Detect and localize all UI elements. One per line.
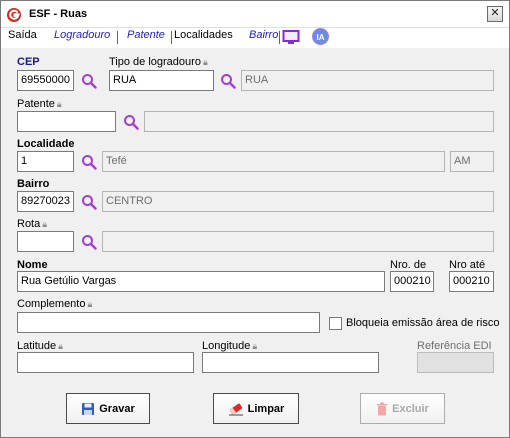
window-title: ESF - Ruas xyxy=(29,8,88,20)
trash-icon xyxy=(377,402,388,415)
bairro-code-field[interactable]: 89270023 xyxy=(17,191,74,212)
latitude-field[interactable] xyxy=(17,352,194,373)
tipo-logradouro-label: Tipo de logradouro 🔒︎ xyxy=(109,56,208,68)
localidade-label: Localidade xyxy=(17,138,75,150)
monitor-icon[interactable] xyxy=(282,29,300,45)
latitude-label-text: Latitude xyxy=(17,340,57,352)
eraser-icon xyxy=(228,402,243,415)
localidade-description-field: Tefé xyxy=(102,151,445,172)
title-bar: ESF - Ruas ✕ xyxy=(1,1,509,28)
lock-icon: 🔒︎ xyxy=(252,341,258,351)
nro-de-label: Nro. de xyxy=(390,259,427,271)
nro-ate-label: Nro até xyxy=(449,259,486,271)
app-logo-icon xyxy=(7,8,21,22)
patente-code-field[interactable] xyxy=(17,111,116,132)
menu-separator xyxy=(171,31,172,44)
cep-label: CEP xyxy=(17,56,40,68)
rota-label-text: Rota xyxy=(17,218,41,230)
longitude-label-text: Longitude xyxy=(202,340,251,352)
lock-icon: 🔒︎ xyxy=(202,57,208,67)
complemento-label-text: Complemento xyxy=(17,298,86,310)
bloqueia-label: Bloqueia emissão área de risco xyxy=(346,317,500,329)
form-area: CEP 69550000 Tipo de logradouro 🔒︎ RUA RU… xyxy=(1,48,509,437)
longitude-label: Longitude 🔒︎ xyxy=(202,340,257,352)
menu-separator xyxy=(279,31,280,44)
rota-code-field[interactable] xyxy=(17,231,74,252)
gravar-button[interactable]: Gravar xyxy=(66,393,150,424)
bloqueia-checkbox[interactable] xyxy=(329,317,342,330)
close-button[interactable]: ✕ xyxy=(487,6,503,22)
save-icon xyxy=(82,402,95,415)
cep-field[interactable]: 69550000 xyxy=(17,70,74,91)
search-rota-icon[interactable] xyxy=(81,234,97,250)
ia-assistant-icon[interactable]: IA xyxy=(312,28,329,45)
localidade-uf-field: AM xyxy=(450,151,494,172)
bairro-description-field: CENTRO xyxy=(102,191,494,212)
nro-de-field[interactable]: 000210 xyxy=(390,271,434,292)
limpar-label: Limpar xyxy=(247,402,285,415)
bairro-label: Bairro xyxy=(17,178,50,190)
referencia-edi-field xyxy=(417,352,494,373)
tipo-logradouro-code-field[interactable]: RUA xyxy=(109,70,214,91)
limpar-button[interactable]: Limpar xyxy=(213,393,299,424)
lock-icon: 🔒︎ xyxy=(58,341,63,351)
rota-description-field xyxy=(102,231,494,252)
tipo-logradouro-description-field: RUA xyxy=(241,70,494,91)
menu-localidades[interactable]: Localidades xyxy=(174,29,233,41)
menu-separator xyxy=(117,31,118,44)
longitude-field[interactable] xyxy=(202,352,379,373)
nome-label: Nome xyxy=(17,259,48,271)
ruas-window: ESF - Ruas ✕ Saída Logradouro Patente Lo… xyxy=(0,0,510,438)
ia-label: IA xyxy=(317,33,325,42)
search-cep-icon[interactable] xyxy=(81,73,97,89)
nome-field[interactable]: Rua Getúlio Vargas xyxy=(17,271,385,292)
search-localidade-icon[interactable] xyxy=(81,154,97,170)
patente-description-field xyxy=(144,111,494,132)
excluir-button[interactable]: Excluir xyxy=(360,393,445,424)
nro-ate-field[interactable]: 000210 xyxy=(449,271,494,292)
complemento-field[interactable] xyxy=(17,312,320,333)
excluir-label: Excluir xyxy=(392,402,429,415)
menu-patente[interactable]: Patente xyxy=(127,29,165,41)
menu-saida[interactable]: Saída xyxy=(8,29,37,41)
lock-icon: 🔒︎ xyxy=(56,99,62,109)
lock-icon: 🔒︎ xyxy=(42,219,48,229)
menu-bar: Saída Logradouro Patente Localidades Bai… xyxy=(1,28,509,48)
search-bairro-icon[interactable] xyxy=(81,194,97,210)
localidade-code-field[interactable]: 1 xyxy=(17,151,74,172)
gravar-label: Gravar xyxy=(99,402,135,415)
search-tipo-logradouro-icon[interactable] xyxy=(220,73,236,89)
menu-logradouro[interactable]: Logradouro xyxy=(54,29,110,41)
lock-icon: 🔒︎ xyxy=(87,299,93,309)
rota-label: Rota 🔒︎ xyxy=(17,218,47,230)
patente-label: Patente 🔒︎ xyxy=(17,98,62,110)
tipo-logradouro-label-text: Tipo de logradouro xyxy=(109,56,201,68)
latitude-label: Latitude 🔒︎ xyxy=(17,340,63,352)
patente-label-text: Patente xyxy=(17,98,55,110)
menu-bairro[interactable]: Bairro xyxy=(249,29,278,41)
referencia-edi-label: Referência EDI xyxy=(417,340,492,352)
complemento-label: Complemento 🔒︎ xyxy=(17,298,92,310)
search-patente-icon[interactable] xyxy=(123,114,139,130)
